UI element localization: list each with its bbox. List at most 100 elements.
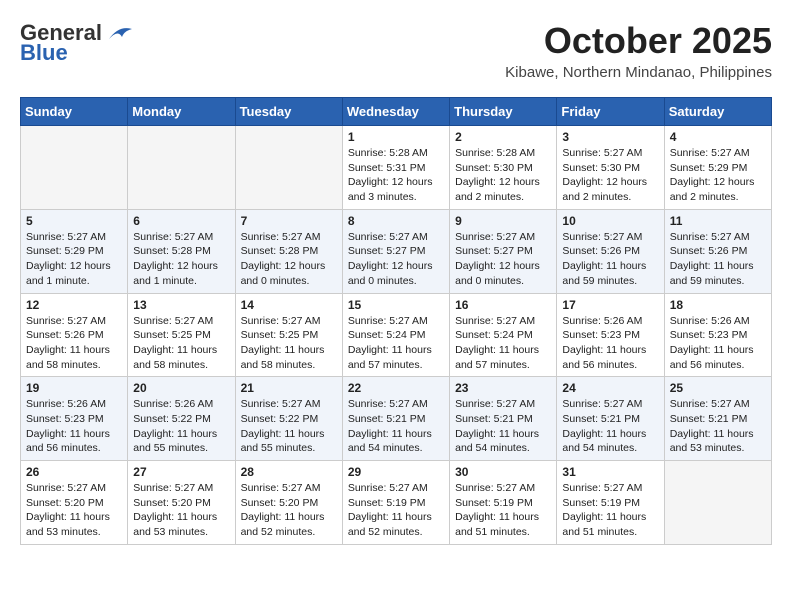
calendar-day-cell: 8Sunrise: 5:27 AMSunset: 5:27 PMDaylight… [342, 209, 449, 293]
calendar-day-cell: 22 Sunrise: 5:27 AMSunset: 5:21 PMDayligh… [342, 377, 449, 461]
day-number: 26 [26, 465, 122, 479]
location: Kibawe, Northern Mindanao, Philippines [505, 64, 772, 81]
calendar-day-cell [664, 461, 771, 545]
column-header-sunday: Sunday [21, 98, 128, 126]
calendar-table: SundayMondayTuesdayWednesdayThursdayFrid… [20, 97, 772, 545]
calendar-day-cell: 16 Sunrise: 5:27 AMSunset: 5:24 PMDayligh… [450, 293, 557, 377]
calendar-day-cell: 17 Sunrise: 5:26 AMSunset: 5:23 PMDayligh… [557, 293, 664, 377]
column-header-saturday: Saturday [664, 98, 771, 126]
day-number: 17 [562, 298, 658, 312]
logo-blue-text: Blue [20, 40, 68, 66]
calendar-day-cell: 1Sunrise: 5:28 AMSunset: 5:31 PMDaylight… [342, 126, 449, 210]
month-title: October 2025 [505, 20, 772, 62]
day-info: Sunrise: 5:27 AMSunset: 5:21 PMDaylight:… [348, 397, 444, 456]
day-number: 1 [348, 130, 444, 144]
day-number: 6 [133, 214, 229, 228]
day-number: 7 [241, 214, 337, 228]
day-info: Sunrise: 5:26 AMSunset: 5:22 PMDaylight:… [133, 397, 229, 456]
day-info: Sunrise: 5:26 AMSunset: 5:23 PMDaylight:… [562, 314, 658, 373]
logo: General Blue [20, 20, 134, 66]
calendar-week-row: 26 Sunrise: 5:27 AMSunset: 5:20 PMDayligh… [21, 461, 772, 545]
day-info: Sunrise: 5:27 AMSunset: 5:19 PMDaylight:… [562, 481, 658, 540]
page-header: General Blue October 2025 Kibawe, Northe… [20, 20, 772, 81]
day-number: 9 [455, 214, 551, 228]
calendar-day-cell: 11 Sunrise: 5:27 AMSunset: 5:26 PMDayligh… [664, 209, 771, 293]
calendar-week-row: 5 Sunrise: 5:27 AMSunset: 5:29 PMDaylight… [21, 209, 772, 293]
logo-bird-icon [104, 21, 134, 45]
day-number: 12 [26, 298, 122, 312]
calendar-day-cell: 13Sunrise: 5:27 AMSunset: 5:25 PMDayligh… [128, 293, 235, 377]
day-info: Sunrise: 5:27 AMSunset: 5:28 PMDaylight:… [241, 230, 337, 289]
day-number: 4 [670, 130, 766, 144]
day-number: 15 [348, 298, 444, 312]
day-info: Sunrise: 5:27 AMSunset: 5:21 PMDaylight:… [562, 397, 658, 456]
calendar-day-cell: 7 Sunrise: 5:27 AMSunset: 5:28 PMDaylight… [235, 209, 342, 293]
calendar-week-row: 19Sunrise: 5:26 AMSunset: 5:23 PMDayligh… [21, 377, 772, 461]
calendar-week-row: 12Sunrise: 5:27 AMSunset: 5:26 PMDayligh… [21, 293, 772, 377]
title-block: October 2025 Kibawe, Northern Mindanao, … [505, 20, 772, 81]
column-header-monday: Monday [128, 98, 235, 126]
calendar-day-cell: 29Sunrise: 5:27 AMSunset: 5:19 PMDayligh… [342, 461, 449, 545]
day-info: Sunrise: 5:27 AMSunset: 5:20 PMDaylight:… [133, 481, 229, 540]
day-info: Sunrise: 5:27 AMSunset: 5:19 PMDaylight:… [348, 481, 444, 540]
day-info: Sunrise: 5:27 AMSunset: 5:29 PMDaylight:… [26, 230, 122, 289]
day-number: 28 [241, 465, 337, 479]
day-info: Sunrise: 5:26 AMSunset: 5:23 PMDaylight:… [26, 397, 122, 456]
day-number: 18 [670, 298, 766, 312]
calendar-day-cell: 15 Sunrise: 5:27 AMSunset: 5:24 PMDayligh… [342, 293, 449, 377]
calendar-header-row: SundayMondayTuesdayWednesdayThursdayFrid… [21, 98, 772, 126]
calendar-day-cell [235, 126, 342, 210]
calendar-day-cell: 24Sunrise: 5:27 AMSunset: 5:21 PMDayligh… [557, 377, 664, 461]
calendar-day-cell: 27 Sunrise: 5:27 AMSunset: 5:20 PMDayligh… [128, 461, 235, 545]
calendar-day-cell [128, 126, 235, 210]
day-info: Sunrise: 5:28 AMSunset: 5:30 PMDaylight:… [455, 146, 551, 205]
day-info: Sunrise: 5:27 AMSunset: 5:26 PMDaylight:… [562, 230, 658, 289]
day-number: 27 [133, 465, 229, 479]
day-info: Sunrise: 5:27 AMSunset: 5:24 PMDaylight:… [348, 314, 444, 373]
day-number: 11 [670, 214, 766, 228]
calendar-day-cell: 28 Sunrise: 5:27 AMSunset: 5:20 PMDayligh… [235, 461, 342, 545]
day-number: 23 [455, 381, 551, 395]
column-header-friday: Friday [557, 98, 664, 126]
calendar-day-cell: 5 Sunrise: 5:27 AMSunset: 5:29 PMDaylight… [21, 209, 128, 293]
day-info: Sunrise: 5:27 AMSunset: 5:19 PMDaylight:… [455, 481, 551, 540]
day-info: Sunrise: 5:27 AMSunset: 5:27 PMDaylight:… [348, 230, 444, 289]
calendar-day-cell: 21 Sunrise: 5:27 AMSunset: 5:22 PMDayligh… [235, 377, 342, 461]
day-info: Sunrise: 5:27 AMSunset: 5:29 PMDaylight:… [670, 146, 766, 205]
calendar-day-cell: 30 Sunrise: 5:27 AMSunset: 5:19 PMDayligh… [450, 461, 557, 545]
day-number: 21 [241, 381, 337, 395]
calendar-day-cell: 31Sunrise: 5:27 AMSunset: 5:19 PMDayligh… [557, 461, 664, 545]
calendar-day-cell: 14 Sunrise: 5:27 AMSunset: 5:25 PMDayligh… [235, 293, 342, 377]
day-number: 10 [562, 214, 658, 228]
day-number: 22 [348, 381, 444, 395]
column-header-tuesday: Tuesday [235, 98, 342, 126]
day-info: Sunrise: 5:27 AMSunset: 5:21 PMDaylight:… [455, 397, 551, 456]
day-number: 30 [455, 465, 551, 479]
calendar-day-cell: 25Sunrise: 5:27 AMSunset: 5:21 PMDayligh… [664, 377, 771, 461]
calendar-day-cell: 2 Sunrise: 5:28 AMSunset: 5:30 PMDaylight… [450, 126, 557, 210]
day-info: Sunrise: 5:27 AMSunset: 5:22 PMDaylight:… [241, 397, 337, 456]
day-number: 16 [455, 298, 551, 312]
calendar-day-cell: 12Sunrise: 5:27 AMSunset: 5:26 PMDayligh… [21, 293, 128, 377]
day-number: 14 [241, 298, 337, 312]
calendar-day-cell: 4 Sunrise: 5:27 AMSunset: 5:29 PMDaylight… [664, 126, 771, 210]
day-info: Sunrise: 5:26 AMSunset: 5:23 PMDaylight:… [670, 314, 766, 373]
day-info: Sunrise: 5:27 AMSunset: 5:30 PMDaylight:… [562, 146, 658, 205]
day-info: Sunrise: 5:27 AMSunset: 5:24 PMDaylight:… [455, 314, 551, 373]
calendar-day-cell: 9 Sunrise: 5:27 AMSunset: 5:27 PMDaylight… [450, 209, 557, 293]
calendar-day-cell: 20Sunrise: 5:26 AMSunset: 5:22 PMDayligh… [128, 377, 235, 461]
day-number: 5 [26, 214, 122, 228]
calendar-day-cell: 26 Sunrise: 5:27 AMSunset: 5:20 PMDayligh… [21, 461, 128, 545]
calendar-day-cell: 6Sunrise: 5:27 AMSunset: 5:28 PMDaylight… [128, 209, 235, 293]
day-info: Sunrise: 5:27 AMSunset: 5:20 PMDaylight:… [26, 481, 122, 540]
day-info: Sunrise: 5:27 AMSunset: 5:21 PMDaylight:… [670, 397, 766, 456]
calendar-day-cell: 3Sunrise: 5:27 AMSunset: 5:30 PMDaylight… [557, 126, 664, 210]
calendar-day-cell [21, 126, 128, 210]
day-number: 2 [455, 130, 551, 144]
calendar-day-cell: 10 Sunrise: 5:27 AMSunset: 5:26 PMDayligh… [557, 209, 664, 293]
day-info: Sunrise: 5:27 AMSunset: 5:25 PMDaylight:… [241, 314, 337, 373]
day-info: Sunrise: 5:27 AMSunset: 5:27 PMDaylight:… [455, 230, 551, 289]
calendar-week-row: 1Sunrise: 5:28 AMSunset: 5:31 PMDaylight… [21, 126, 772, 210]
day-info: Sunrise: 5:27 AMSunset: 5:20 PMDaylight:… [241, 481, 337, 540]
day-info: Sunrise: 5:27 AMSunset: 5:26 PMDaylight:… [670, 230, 766, 289]
